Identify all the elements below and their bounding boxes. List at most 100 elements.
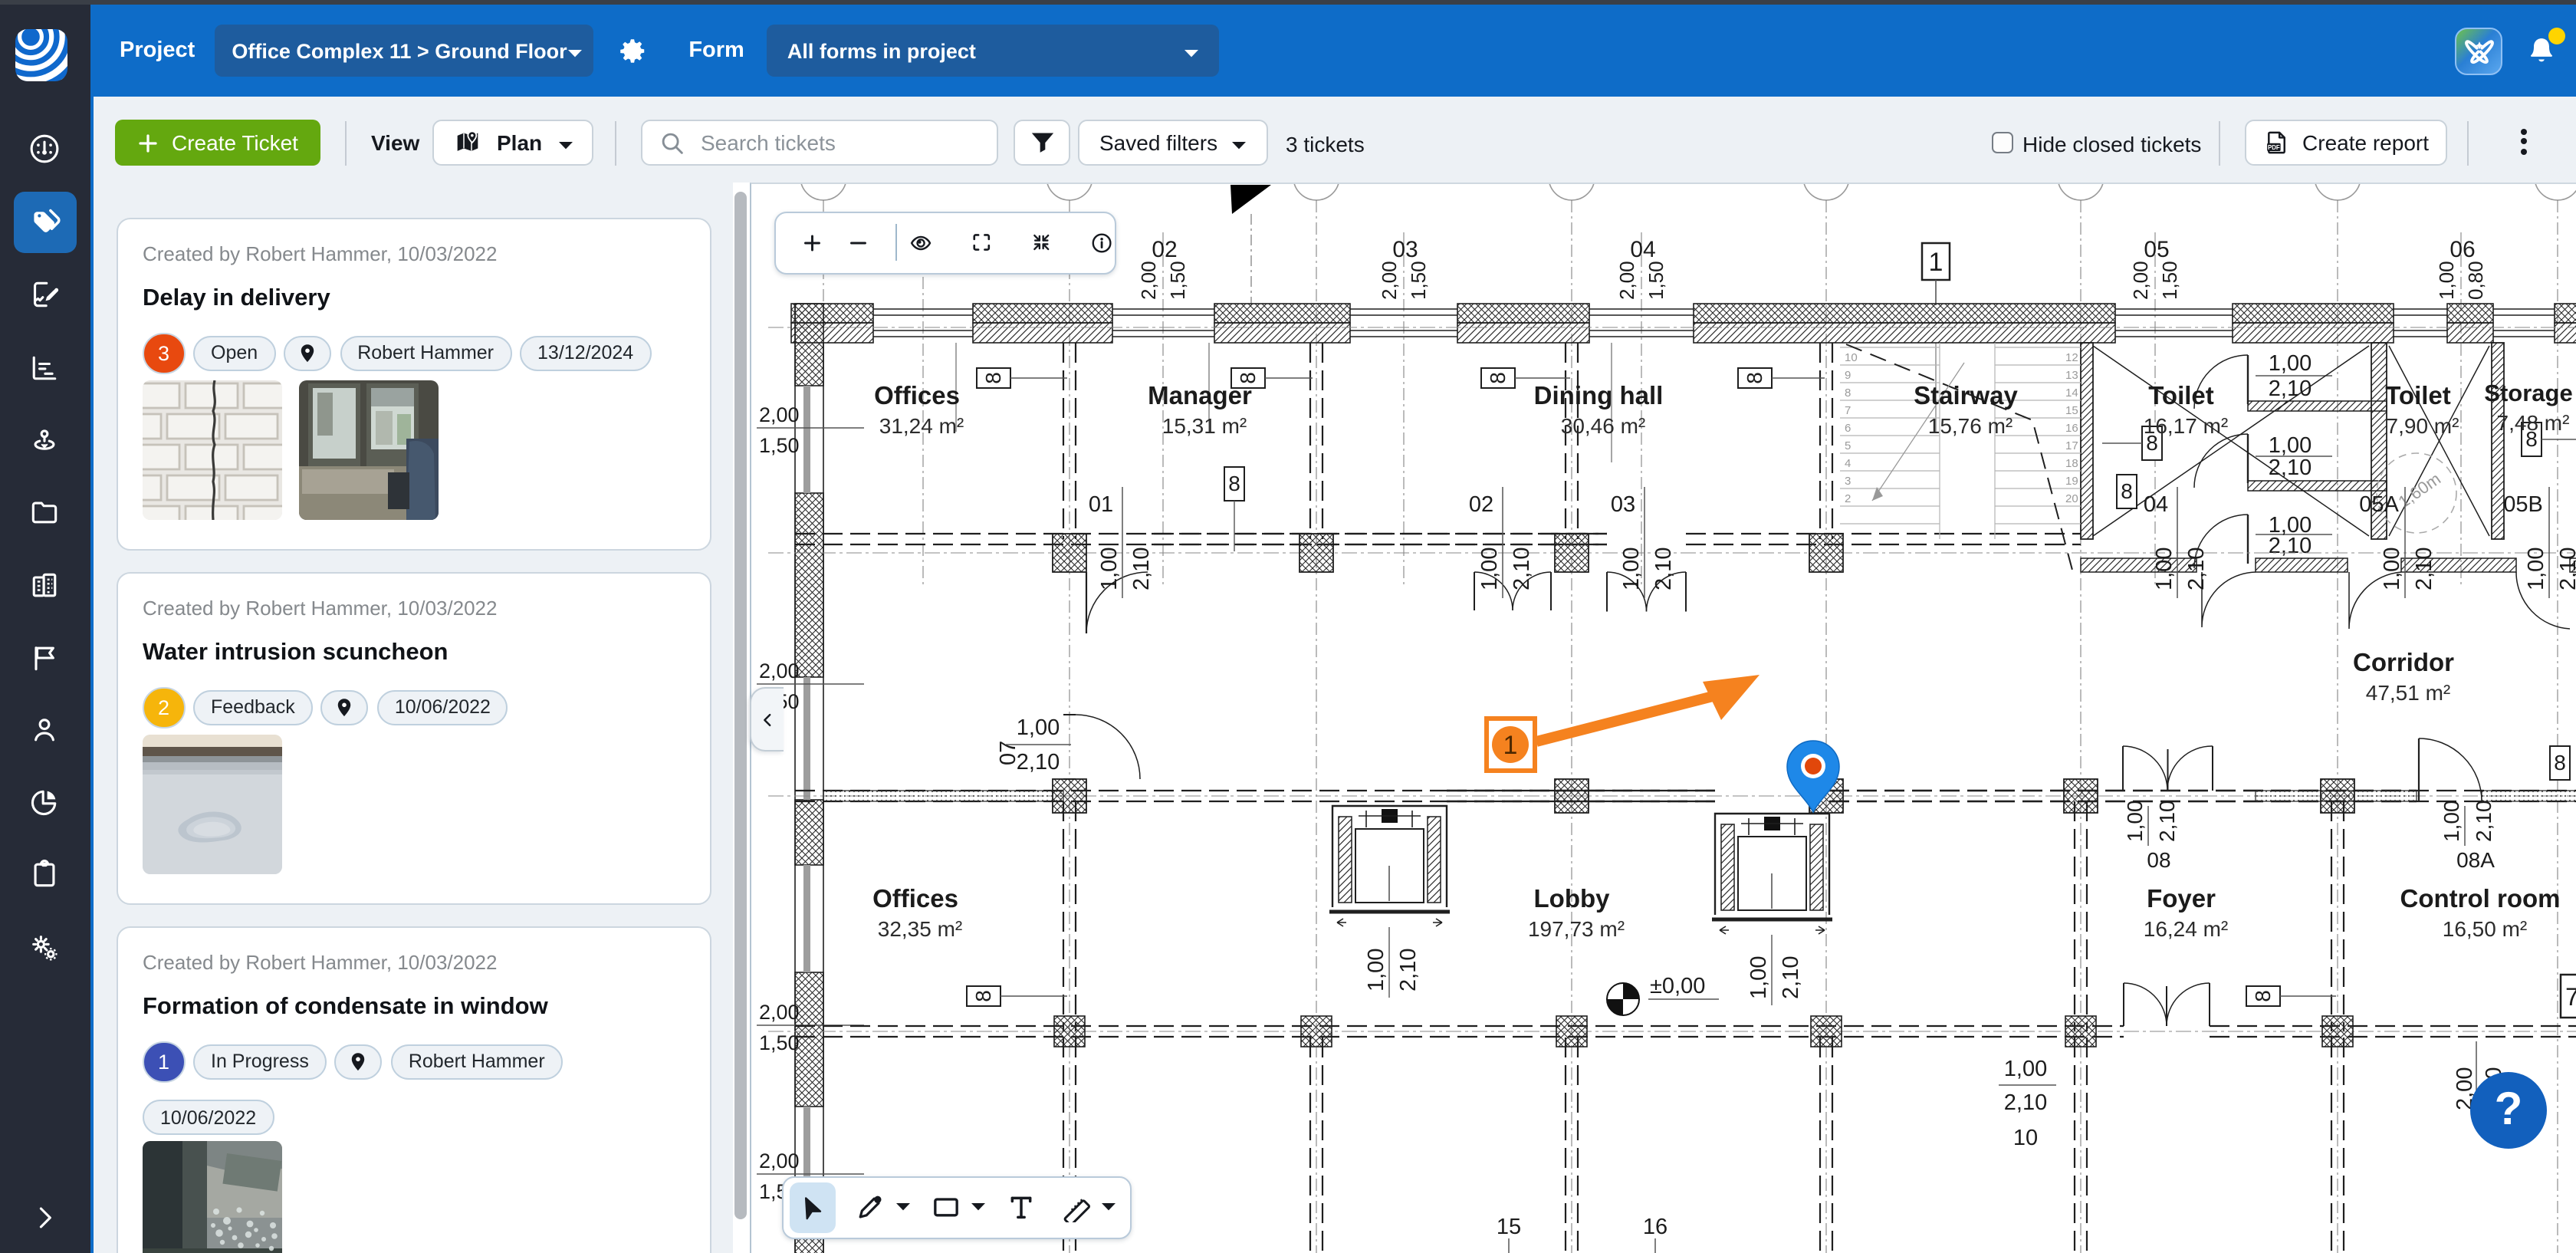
svg-text:2,10: 2,10 (1129, 547, 1154, 590)
svg-text:2,10: 2,10 (2556, 547, 2576, 590)
svg-text:7,48 m²: 7,48 m² (2497, 410, 2570, 434)
svg-text:04: 04 (1630, 236, 1655, 261)
svg-text:2,10: 2,10 (2472, 800, 2496, 842)
svg-text:13: 13 (2065, 368, 2078, 381)
svg-text:Toilet: Toilet (2148, 380, 2214, 409)
svg-text:2,10: 2,10 (1651, 547, 1676, 590)
svg-text:8: 8 (2251, 989, 2275, 1001)
svg-text:Control room: Control room (2400, 883, 2561, 912)
svg-text:05A: 05A (2359, 492, 2399, 516)
svg-text:197,73 m²: 197,73 m² (1528, 916, 1625, 940)
svg-text:Foyer: Foyer (2147, 883, 2216, 912)
svg-text:1,00: 1,00 (1746, 955, 1771, 998)
svg-text:0,80: 0,80 (2464, 260, 2487, 299)
svg-text:2: 2 (1845, 492, 1851, 505)
svg-text:1,00: 1,00 (2440, 800, 2463, 842)
svg-text:2,00: 2,00 (759, 1000, 800, 1023)
svg-text:2,10: 2,10 (2004, 1090, 2047, 1114)
svg-text:16,50 m²: 16,50 m² (2443, 916, 2528, 940)
svg-text:1,50: 1,50 (759, 433, 800, 456)
svg-text:17: 17 (2065, 439, 2078, 452)
svg-text:1,00: 1,00 (2004, 1056, 2047, 1080)
svg-text:20: 20 (2065, 492, 2078, 505)
svg-text:16,17 m²: 16,17 m² (2144, 413, 2229, 437)
svg-text:±0,00: ±0,00 (1650, 973, 1705, 998)
svg-text:2,10: 2,10 (2269, 376, 2312, 400)
svg-text:2,10: 2,10 (1017, 749, 1060, 774)
svg-text:15: 15 (1497, 1214, 1521, 1238)
svg-text:8: 8 (1845, 386, 1851, 399)
svg-text:8: 8 (981, 371, 1005, 383)
svg-text:10: 10 (2013, 1125, 2038, 1149)
svg-text:Storage: Storage (2484, 379, 2572, 406)
svg-text:2,10: 2,10 (2269, 533, 2312, 557)
svg-text:03: 03 (1611, 492, 1635, 516)
svg-text:2,10: 2,10 (2184, 547, 2209, 590)
svg-text:1: 1 (1503, 730, 1518, 759)
svg-text:18: 18 (2065, 456, 2078, 469)
svg-text:2,00: 2,00 (1378, 260, 1401, 299)
svg-text:03: 03 (1392, 236, 1418, 261)
svg-text:Corridor: Corridor (2353, 647, 2454, 676)
svg-text:15: 15 (2065, 403, 2078, 416)
svg-text:2,00: 2,00 (1137, 260, 1160, 299)
svg-text:1,00: 1,00 (2380, 547, 2404, 590)
svg-text:1,00: 1,00 (2524, 547, 2548, 590)
svg-text:05B: 05B (2503, 492, 2543, 516)
svg-text:1,00: 1,00 (1477, 547, 1502, 590)
svg-text:2,10: 2,10 (2155, 800, 2179, 842)
svg-text:15,31 m²: 15,31 m² (1162, 413, 1247, 437)
svg-text:10: 10 (1845, 350, 1858, 363)
svg-text:01: 01 (1089, 492, 1113, 516)
svg-text:8: 8 (1486, 371, 1510, 383)
svg-text:08: 08 (2147, 847, 2170, 871)
svg-text:Lobby: Lobby (1534, 883, 1611, 912)
svg-text:16: 16 (1643, 1214, 1668, 1238)
svg-text:15,76 m²: 15,76 m² (1928, 413, 2013, 437)
svg-text:1,00: 1,00 (1097, 547, 1122, 590)
svg-text:2,00: 2,00 (1615, 260, 1638, 299)
svg-text:8: 8 (2121, 479, 2133, 502)
svg-text:7,90 m²: 7,90 m² (2387, 413, 2459, 437)
svg-text:1,00: 1,00 (2269, 432, 2312, 457)
svg-text:2,10: 2,10 (1510, 547, 1534, 590)
svg-text:1,00: 1,00 (2435, 260, 2458, 299)
svg-text:30,46 m²: 30,46 m² (1561, 413, 1646, 437)
svg-text:05: 05 (2144, 236, 2169, 261)
svg-text:2,10: 2,10 (2412, 547, 2436, 590)
svg-text:8: 8 (971, 989, 995, 1001)
svg-text:12: 12 (2065, 350, 2078, 363)
svg-text:08A: 08A (2456, 847, 2495, 871)
svg-text:16,24 m²: 16,24 m² (2144, 916, 2229, 940)
svg-text:2,00: 2,00 (2129, 260, 2152, 299)
svg-text:Offices: Offices (874, 380, 960, 409)
svg-text:2,10: 2,10 (1779, 955, 1803, 998)
svg-text:02: 02 (1152, 236, 1177, 261)
svg-text:8: 8 (2554, 750, 2566, 774)
svg-text:02: 02 (1469, 492, 1493, 516)
svg-text:19: 19 (2065, 474, 2078, 487)
svg-text:16: 16 (2065, 421, 2078, 434)
svg-text:1,00: 1,00 (2123, 800, 2147, 842)
svg-text:4: 4 (1845, 456, 1851, 469)
svg-text:7: 7 (1845, 403, 1851, 416)
svg-text:9: 9 (1845, 368, 1851, 381)
svg-text:1,00: 1,00 (1619, 547, 1644, 590)
svg-text:5: 5 (1845, 439, 1851, 452)
svg-text:Dining hall: Dining hall (1534, 380, 1664, 409)
svg-text:1,50: 1,50 (1407, 260, 1430, 299)
svg-text:Manager: Manager (1148, 380, 1252, 409)
svg-text:1,00: 1,00 (1017, 715, 1060, 739)
svg-text:06: 06 (2450, 236, 2475, 261)
svg-text:6: 6 (1845, 421, 1851, 434)
svg-text:1: 1 (1929, 247, 1944, 276)
svg-text:14: 14 (2065, 386, 2078, 399)
svg-text:31,24 m²: 31,24 m² (879, 413, 964, 437)
svg-text:1,00: 1,00 (2152, 547, 2177, 590)
svg-text:47,51 m²: 47,51 m² (2366, 680, 2451, 704)
svg-text:Stairway: Stairway (1914, 380, 2018, 409)
svg-text:2,10: 2,10 (2269, 455, 2312, 479)
svg-text:Toilet: Toilet (2385, 380, 2451, 409)
svg-text:1,50: 1,50 (2158, 260, 2181, 299)
svg-text:2,10: 2,10 (1396, 948, 1421, 991)
